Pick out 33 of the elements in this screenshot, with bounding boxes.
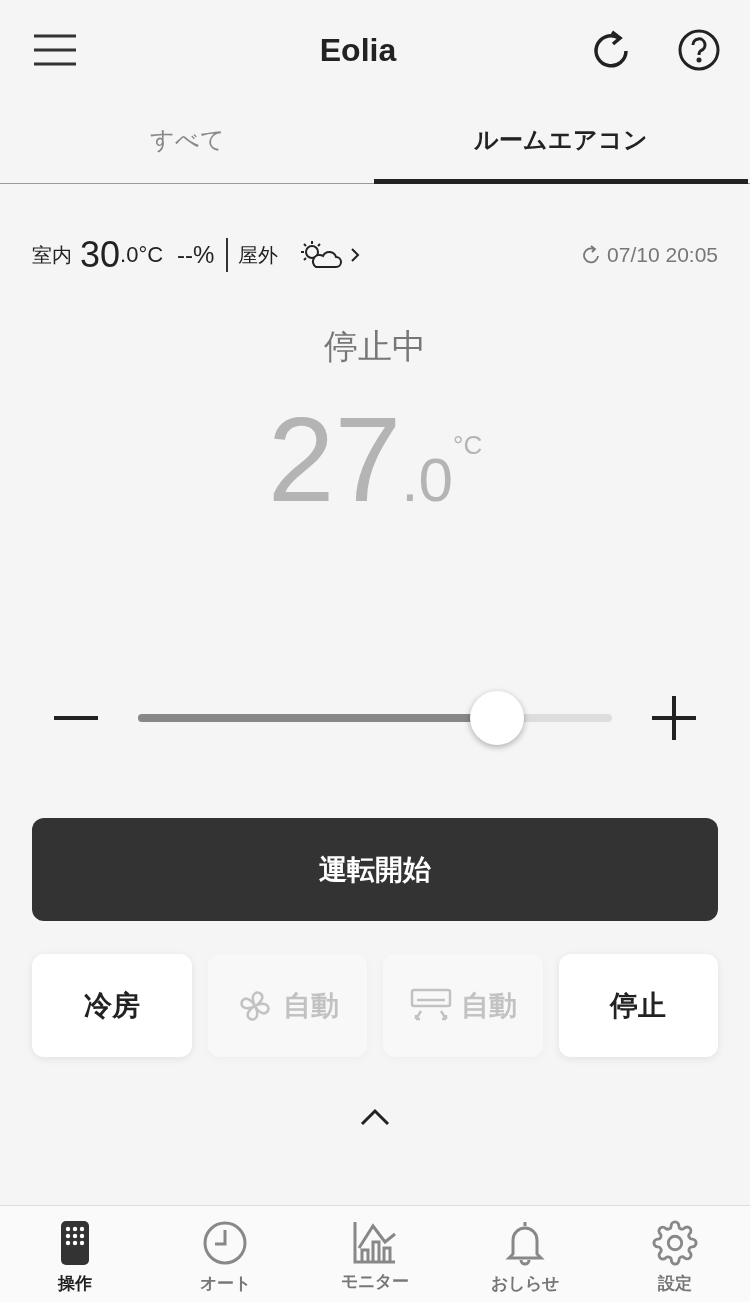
- set-temperature: 27: [267, 391, 402, 528]
- help-button[interactable]: [678, 29, 720, 71]
- mode-button[interactable]: 冷房: [32, 954, 192, 1057]
- slider-thumb[interactable]: [469, 691, 524, 745]
- indoor-temperature: 30: [80, 234, 121, 276]
- tab[interactable]: ルームエアコン: [374, 100, 748, 184]
- bell-icon: [505, 1220, 545, 1266]
- clock-icon: [202, 1220, 248, 1266]
- tab[interactable]: すべて: [0, 100, 374, 184]
- mode-button[interactable]: 停止: [558, 954, 718, 1057]
- set-temperature-fraction: .0: [401, 444, 453, 515]
- sun-cloud-icon: [298, 240, 343, 270]
- remote-control-icon: [60, 1220, 90, 1266]
- bar-chart-icon: [353, 1220, 397, 1264]
- nav-tab[interactable]: おしらせ: [450, 1206, 600, 1302]
- plus-button[interactable]: [652, 696, 696, 740]
- humidity-value: --%: [177, 241, 215, 269]
- outdoor-label: 屋外: [238, 241, 279, 269]
- temperature-unit: °C: [453, 430, 483, 461]
- nav-tab[interactable]: 操作: [0, 1206, 150, 1302]
- app-title: Eolia: [319, 31, 397, 69]
- nav-tab[interactable]: 設定: [600, 1206, 750, 1302]
- nav-tab[interactable]: オート: [150, 1206, 300, 1302]
- chevron-right-icon[interactable]: [350, 247, 361, 263]
- indoor-temperature-fraction: .0°C: [120, 242, 164, 268]
- menu-button[interactable]: [34, 34, 76, 66]
- start-button[interactable]: 運転開始: [32, 818, 718, 921]
- update-time: 07/10 20:05: [607, 243, 718, 267]
- settings-icon: [652, 1220, 698, 1266]
- nav-tab[interactable]: モニター: [300, 1206, 450, 1302]
- status-text: 停止中: [323, 325, 427, 368]
- refresh-icon: [581, 245, 602, 265]
- indoor-label: 室内: [32, 241, 72, 269]
